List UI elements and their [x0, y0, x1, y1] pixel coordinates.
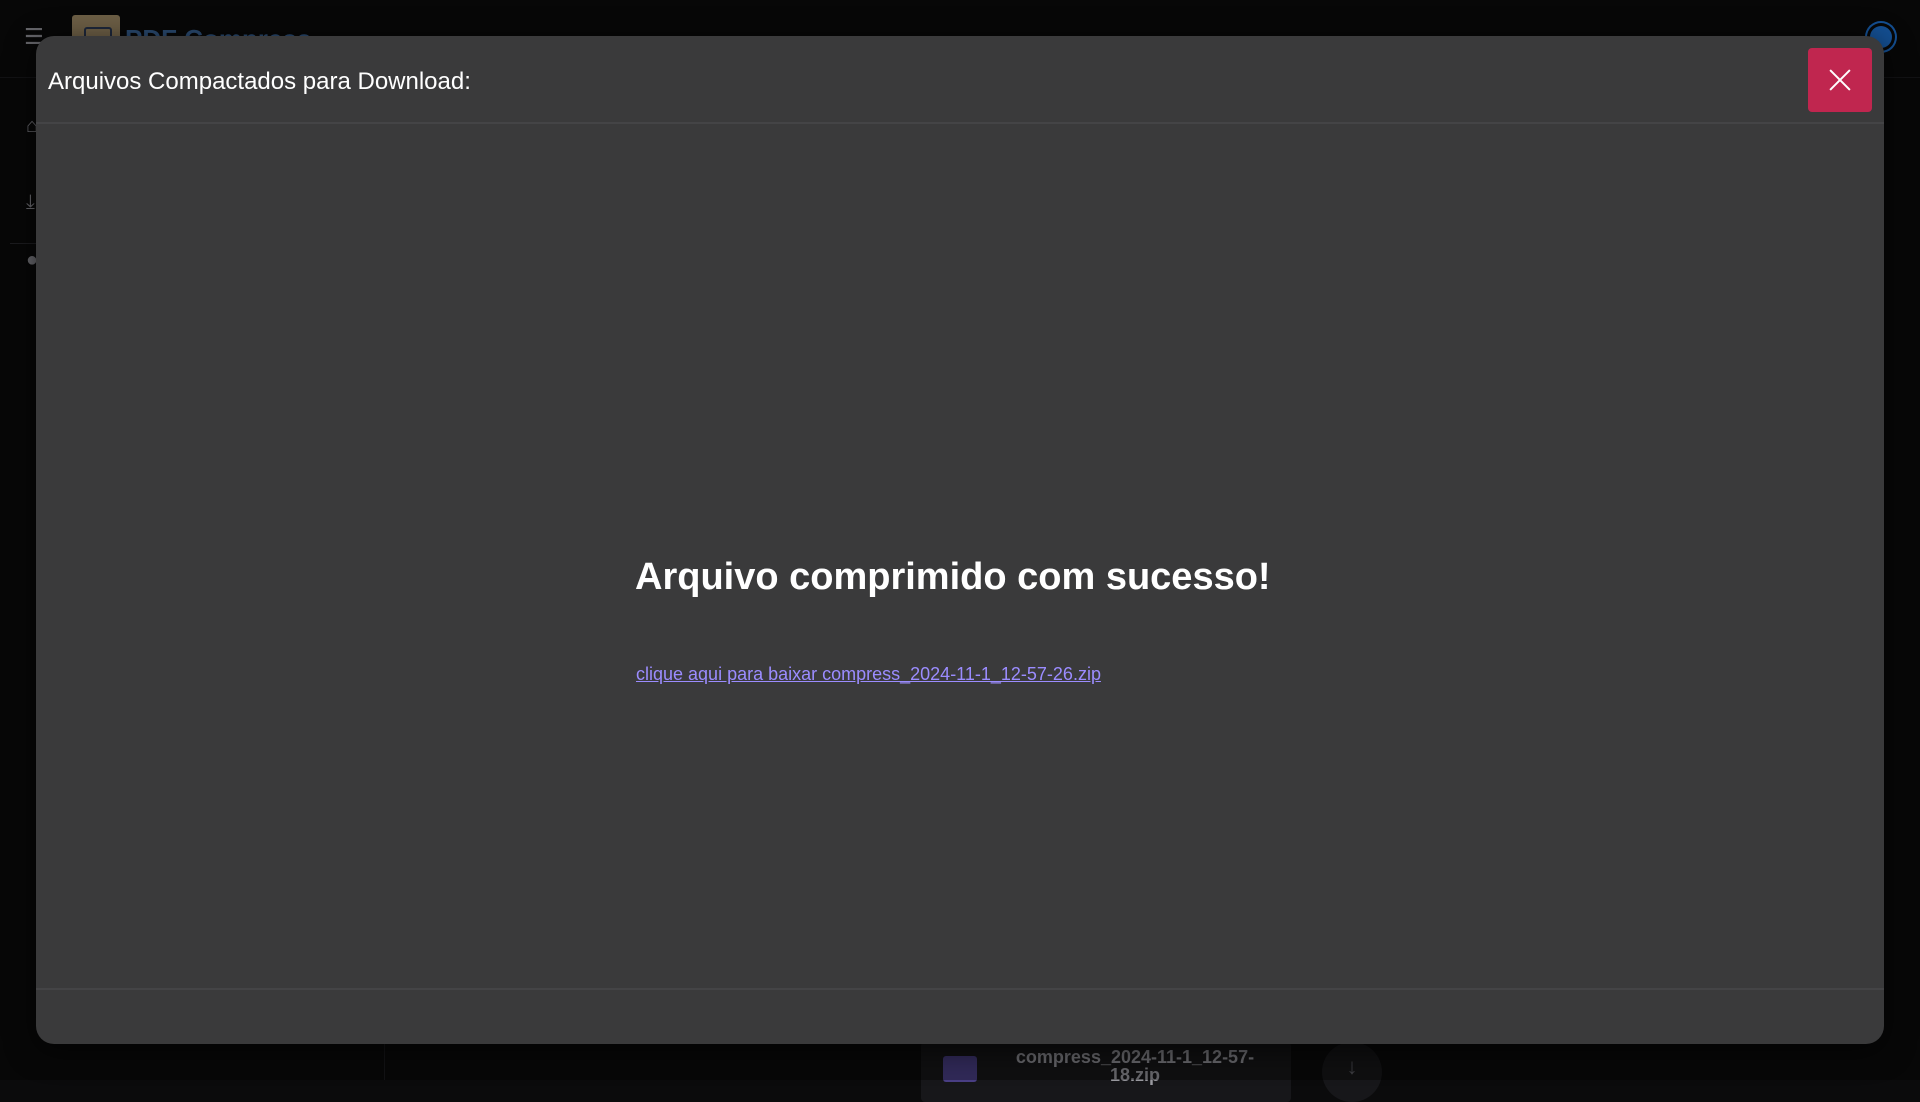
download-link[interactable]: clique aqui para baixar compress_2024-11…	[636, 664, 1101, 685]
success-message: Arquivo comprimido com sucesso!	[635, 556, 1271, 599]
modal-body: Arquivo comprimido com sucesso! clique a…	[36, 126, 1884, 900]
modal-title: Arquivos Compactados para Download:	[48, 68, 471, 96]
close-button[interactable]	[1808, 48, 1872, 112]
download-modal: Arquivos Compactados para Download: Arqu…	[36, 36, 1884, 1044]
modal-footer	[36, 988, 1884, 1044]
modal-header: Arquivos Compactados para Download:	[36, 36, 1884, 124]
